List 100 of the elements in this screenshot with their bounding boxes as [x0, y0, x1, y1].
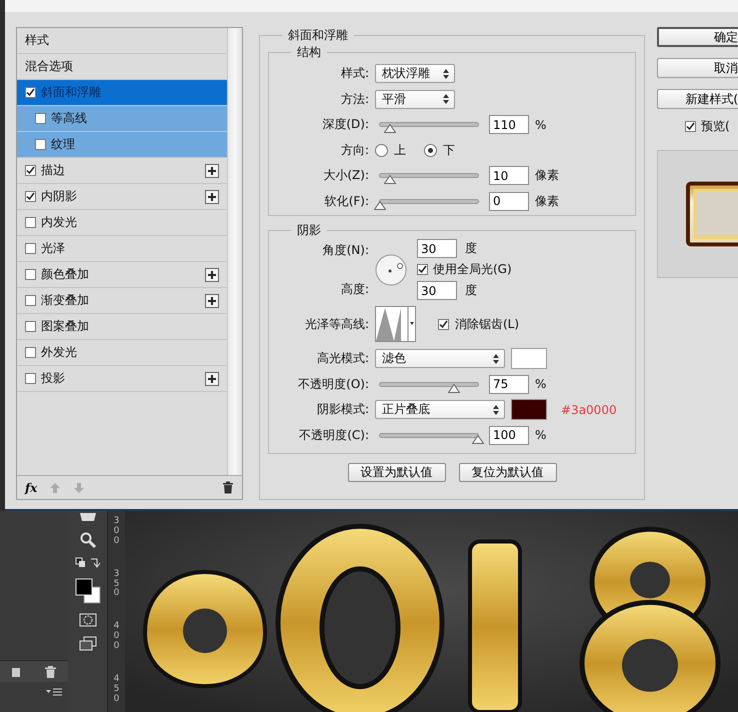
number-field[interactable]: 30 — [417, 239, 457, 258]
number-field[interactable]: 10 — [489, 166, 529, 186]
field-label: 高光模式: — [316, 350, 369, 368]
color-swatch[interactable] — [511, 348, 547, 370]
effect-label: 颜色叠加 — [41, 266, 90, 283]
style-list-item[interactable]: 等高线 — [17, 106, 227, 132]
radio-button[interactable] — [375, 144, 388, 157]
quick-mask-icon[interactable] — [78, 613, 96, 627]
radio-label: 上 — [394, 142, 406, 159]
select-arrows-icon — [443, 68, 449, 79]
select-arrows-icon — [493, 404, 499, 415]
field-label: 软化(F): — [324, 192, 369, 210]
checkbox-label: 消除锯齿(L) — [455, 316, 520, 332]
field-label: 大小(Z): — [322, 167, 369, 184]
checkbox-label: 预览( — [701, 118, 730, 135]
effect-label: 内阴影 — [41, 188, 78, 205]
radio-button[interactable] — [424, 144, 437, 157]
dropdown[interactable]: 正片叠底 — [375, 400, 505, 420]
dropdown[interactable]: 滤色 — [375, 349, 505, 368]
checkbox[interactable] — [25, 87, 36, 98]
field-label: 样式: — [340, 65, 369, 82]
checkbox[interactable] — [25, 165, 36, 176]
checkbox-label: 使用全局光(G) — [433, 261, 512, 278]
effect-label: 斜面和浮雕 — [41, 84, 102, 101]
field-label: 阴影模式: — [316, 401, 369, 418]
dialog-button[interactable]: 新建样式( — [657, 89, 738, 109]
checkbox[interactable] — [417, 264, 428, 275]
checkbox[interactable] — [25, 373, 36, 384]
default-button[interactable]: 复位为默认值 — [458, 463, 556, 482]
swap-colors-icon[interactable] — [74, 557, 100, 569]
search-icon[interactable] — [80, 532, 96, 548]
ruler-number: 450 — [114, 675, 120, 705]
checkbox[interactable] — [25, 191, 36, 202]
unit-label: 像素 — [535, 167, 559, 184]
slider-thumb[interactable] — [472, 434, 484, 444]
trash-icon[interactable] — [222, 481, 234, 494]
effect-label: 光泽 — [41, 240, 66, 257]
contour-picker[interactable] — [375, 306, 416, 342]
dialog-button[interactable]: 确定 — [657, 27, 738, 47]
number-field[interactable]: 100 — [489, 426, 529, 445]
add-button[interactable] — [205, 268, 219, 282]
unit-label: % — [535, 428, 546, 442]
effect-label: 渐变叠加 — [41, 292, 90, 309]
field-label: 深度(D): — [321, 116, 369, 134]
dropdown[interactable]: 枕状浮雕 — [375, 64, 455, 84]
scrollbar[interactable] — [227, 28, 242, 475]
effect-label: 纹理 — [51, 136, 76, 153]
field-label: 高度: — [340, 280, 369, 298]
add-button[interactable] — [205, 372, 219, 386]
effect-label: 等高线 — [51, 110, 88, 127]
color-note: #3a0000 — [561, 402, 617, 417]
color-swatches-icon[interactable] — [74, 578, 100, 604]
panel-menu-icon[interactable] — [46, 688, 62, 696]
effect-label: 投影 — [41, 370, 66, 387]
trash-icon[interactable] — [44, 666, 56, 678]
number-field[interactable]: 30 — [417, 281, 457, 300]
field-label: 不透明度(C): — [298, 426, 369, 444]
add-button[interactable] — [205, 294, 219, 308]
ruler-number: 400 — [114, 622, 120, 652]
checkbox[interactable] — [25, 243, 36, 254]
section-label: 混合选项 — [25, 58, 74, 75]
add-button[interactable] — [205, 164, 219, 178]
style-list-item[interactable]: 纹理 — [17, 132, 227, 158]
field-label: 角度(N): — [322, 242, 369, 258]
radio-label: 下 — [443, 142, 455, 159]
unit-label: 像素 — [535, 192, 559, 210]
angle-dial[interactable] — [375, 254, 407, 286]
dropdown[interactable]: 平滑 — [375, 90, 455, 109]
unit-label: 度 — [465, 240, 477, 257]
checkbox[interactable] — [25, 347, 36, 358]
default-button[interactable]: 设置为默认值 — [348, 463, 446, 482]
ruler-number: 300 — [114, 517, 120, 547]
number-field[interactable]: 110 — [489, 115, 529, 134]
dialog-button[interactable]: 取消 — [657, 58, 738, 78]
number-field[interactable]: 75 — [489, 374, 529, 394]
color-swatch[interactable] — [511, 399, 547, 420]
preview-swatch-icon — [686, 181, 738, 247]
checkbox[interactable] — [685, 121, 696, 132]
checkbox[interactable] — [25, 217, 36, 228]
number-field[interactable]: 0 — [489, 192, 529, 211]
slider-thumb[interactable] — [374, 200, 386, 210]
screen-mode-icon[interactable] — [78, 636, 96, 652]
unit-label: % — [535, 377, 546, 392]
checkbox[interactable] — [438, 318, 449, 330]
checkbox[interactable] — [35, 113, 46, 124]
ruler-number: 350 — [114, 570, 120, 600]
group-title: 斜面和浮雕 — [287, 27, 349, 44]
field-label: 方向: — [340, 142, 369, 159]
checkbox[interactable] — [25, 321, 36, 332]
slider-thumb[interactable] — [384, 124, 396, 134]
effect-label: 图案叠加 — [41, 318, 90, 335]
add-button[interactable] — [205, 190, 219, 204]
slider-thumb[interactable] — [448, 384, 460, 393]
field-label: 不透明度(O): — [297, 376, 369, 393]
checkbox[interactable] — [35, 139, 46, 150]
checkbox[interactable] — [25, 269, 36, 280]
checkbox[interactable] — [25, 295, 36, 306]
slider-thumb[interactable] — [384, 175, 396, 184]
field-label: 光泽等高线: — [304, 316, 369, 332]
fx-button[interactable]: fx — [25, 480, 38, 494]
